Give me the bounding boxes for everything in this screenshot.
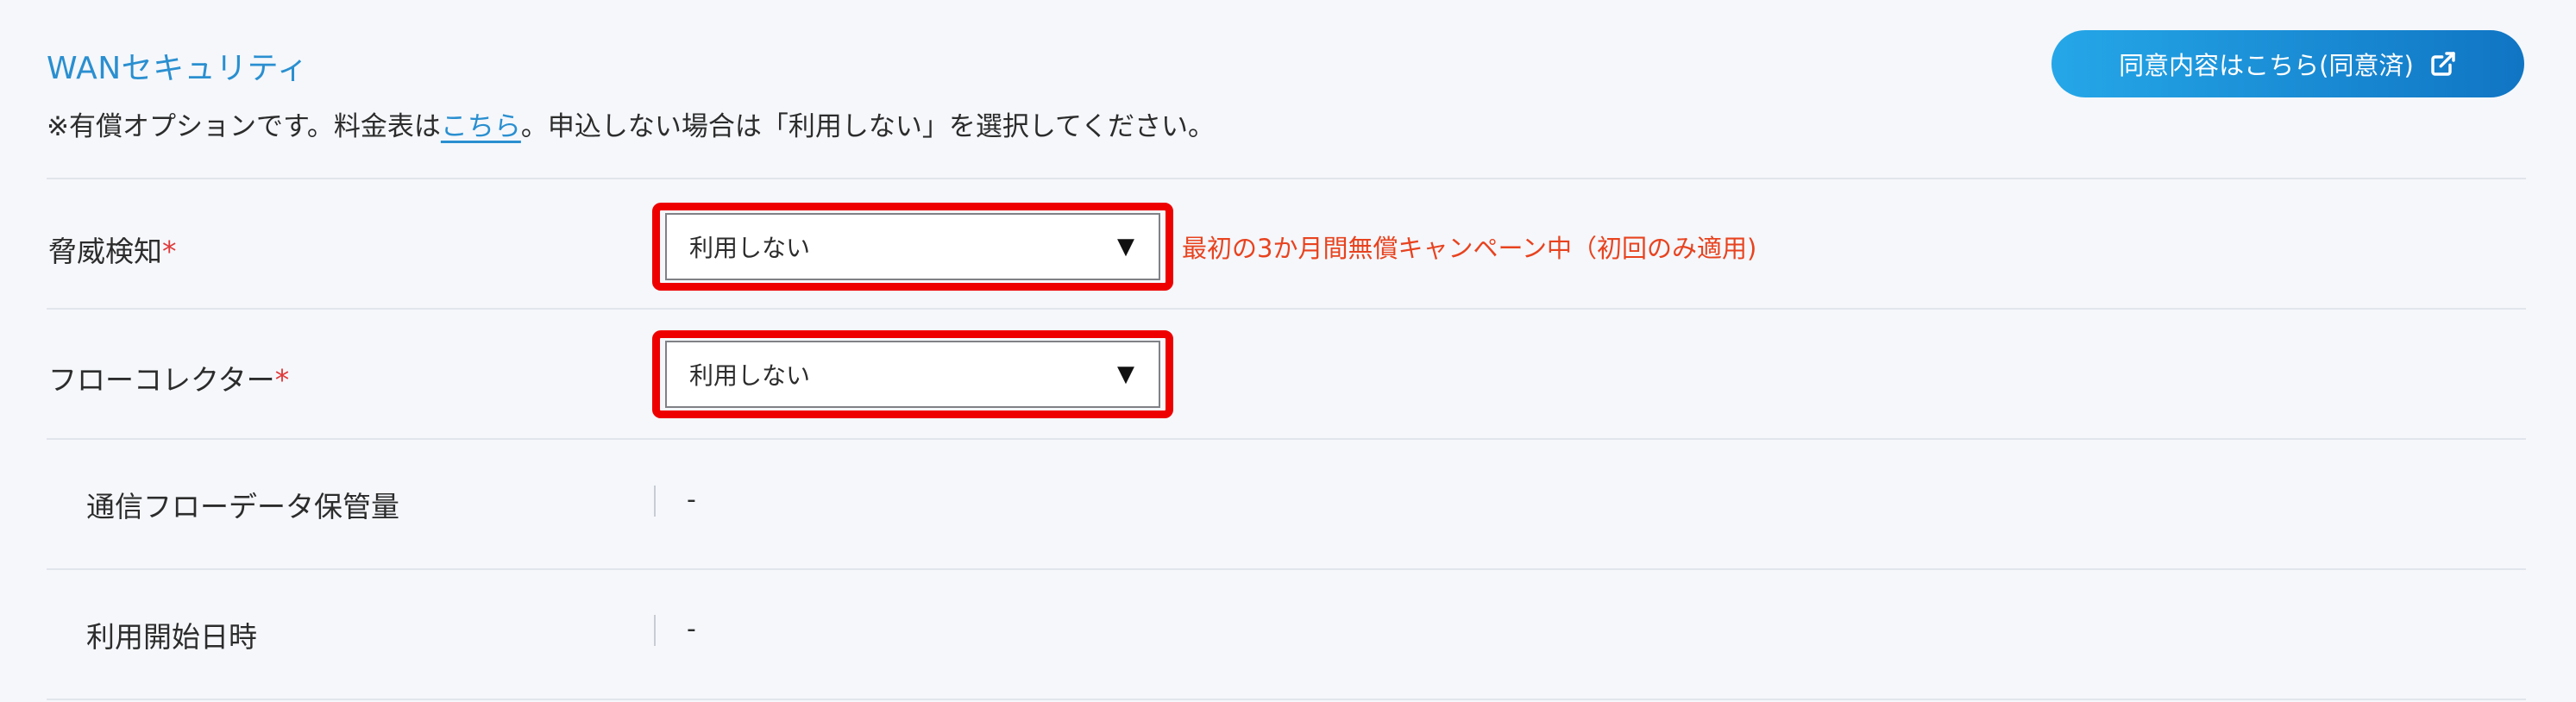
divider [47, 699, 2526, 700]
row-label-text: 脅威検知 [48, 235, 162, 268]
note-prefix: ※有償オプションです。料金表は [47, 111, 441, 142]
divider [47, 178, 2526, 179]
flow-collector-select[interactable]: 利用しない ▼ [665, 341, 1160, 408]
threat-detection-select-highlight: 利用しない ▼ [652, 203, 1173, 291]
select-value: 利用しない [689, 361, 811, 390]
divider [47, 568, 2526, 570]
note-suffix: 。申込しない場合は「利用しない」を選択してください。 [520, 111, 1216, 142]
required-mark: * [274, 363, 290, 397]
value-separator [654, 486, 656, 517]
flow-data-storage-label: 通信フローデータ保管量 [86, 490, 399, 523]
external-link-icon [2431, 52, 2455, 76]
caret-down-icon: ▼ [1117, 361, 1134, 387]
row-label-text: フローコレクター [48, 363, 275, 397]
caret-down-icon: ▼ [1117, 234, 1134, 260]
divider [47, 438, 2526, 440]
value-separator [654, 615, 656, 646]
required-mark: * [162, 235, 177, 268]
section-note: ※有償オプションです。料金表はこちら。申込しない場合は「利用しない」を選択してく… [47, 104, 1215, 143]
start-datetime-label: 利用開始日時 [86, 620, 257, 654]
start-datetime-value: - [687, 614, 696, 644]
threat-detection-label: 脅威検知* [48, 229, 177, 270]
campaign-note: 最初の3か月間無償キャンペーン中（初回のみ適用) [1182, 234, 1757, 263]
consent-button-label: 同意内容はこちら(同意済) [2119, 51, 2414, 80]
section-title: WANセキュリティ [47, 51, 309, 86]
consent-button[interactable]: 同意内容はこちら(同意済) [2051, 30, 2524, 97]
select-value: 利用しない [689, 234, 811, 262]
threat-detection-select[interactable]: 利用しない ▼ [665, 213, 1160, 280]
divider [47, 308, 2526, 310]
flow-data-storage-value: - [687, 485, 696, 515]
flow-collector-label: フローコレクター* [48, 357, 289, 398]
price-table-link[interactable]: こちら [441, 111, 521, 142]
flow-collector-select-highlight: 利用しない ▼ [652, 330, 1173, 418]
